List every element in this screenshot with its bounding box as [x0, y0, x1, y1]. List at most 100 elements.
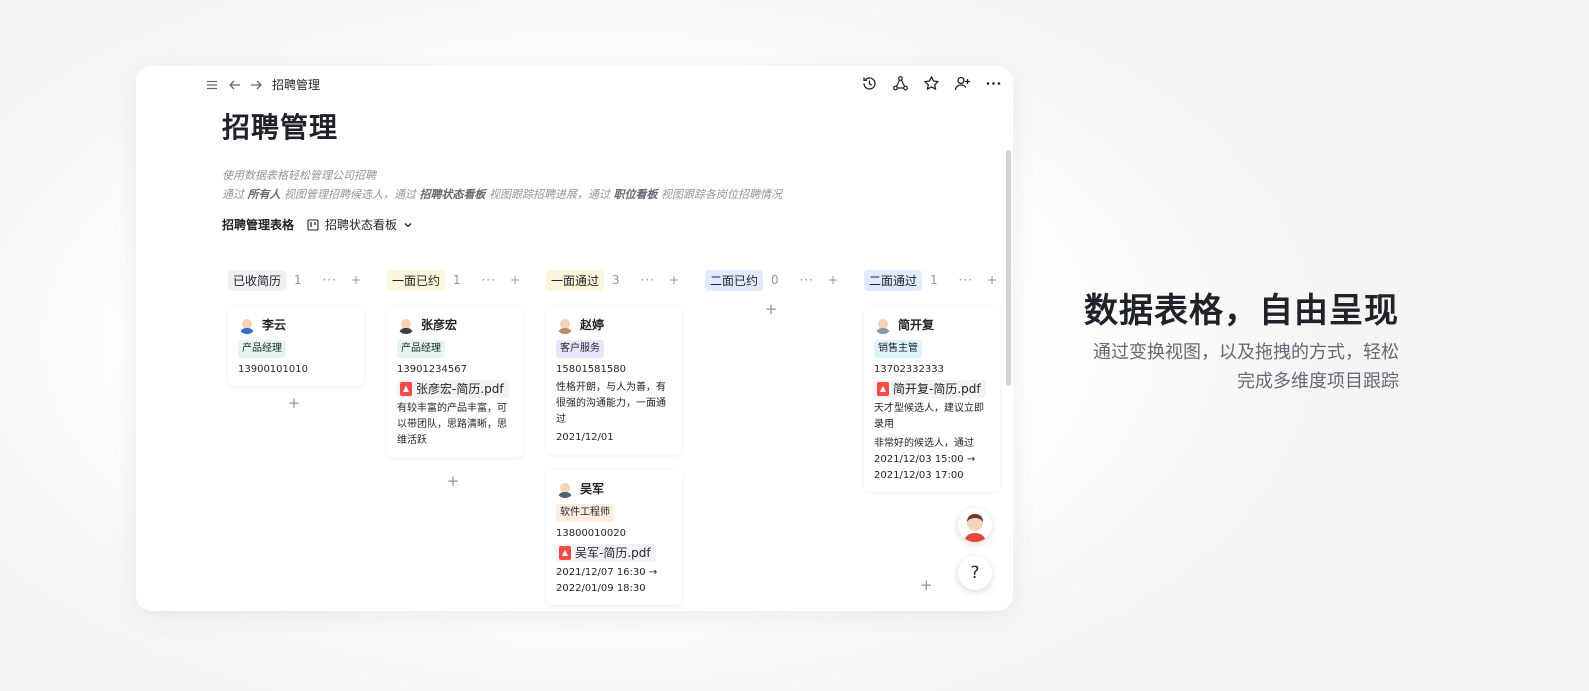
forward-arrow-icon[interactable] [248, 77, 264, 93]
column-first-interview-passed: 一面通过 3 ··· + 赵婷 客户服务 15801581580 性格开朗，与人为… [542, 266, 682, 605]
attachment-name: 张彦宏-简历.pdf [416, 382, 504, 396]
column-second-interview-passed: 二面通过 1 ··· + 简开复 销售主管 13702332333 ▲ 简开复-简历… [860, 266, 1000, 594]
candidate-name: 李云 [262, 318, 287, 332]
column-add-icon[interactable]: + [987, 273, 998, 287]
star-icon[interactable] [922, 74, 941, 93]
add-card-button[interactable]: + [224, 394, 364, 412]
column-title[interactable]: 已收简历 [228, 269, 287, 291]
phone: 15801581580 [556, 364, 626, 375]
attachment-name: 吴军-简历.pdf [575, 546, 651, 560]
column-add-icon[interactable]: + [510, 273, 521, 287]
column-count: 1 [453, 273, 461, 287]
column-more-icon[interactable]: ··· [481, 273, 495, 287]
candidate-card[interactable]: 简开复 销售主管 13702332333 ▲ 简开复-简历.pdf 天才型候选人，… [864, 306, 1000, 492]
column-count: 0 [771, 273, 779, 287]
breadcrumb[interactable]: 招聘管理 [272, 76, 320, 93]
assistant-avatar-icon [964, 514, 986, 542]
candidate-card[interactable]: 李云 产品经理 13900101010 [228, 306, 364, 386]
view-tab-table[interactable]: 招聘管理表格 [222, 216, 294, 233]
position-tag: 销售主管 [874, 340, 922, 358]
column-more-icon[interactable]: ··· [640, 273, 654, 287]
add-user-icon[interactable] [953, 74, 972, 93]
date: 2021/12/03 15:00 → 2021/12/03 17:00 [874, 454, 976, 481]
column-header: 一面通过 3 ··· + [542, 266, 682, 294]
description-line-1: 使用数据表格轻松管理公司招聘 [222, 169, 376, 182]
column-add-icon[interactable]: + [828, 273, 839, 287]
description-line-2: 通过 所有人 视图管理招聘候选人，通过 招聘状态看板 视图跟踪招聘进展，通过 职… [222, 188, 782, 201]
column-header: 已收简历 1 ··· + [224, 266, 364, 294]
avatar [397, 316, 415, 334]
toolbar-actions [860, 74, 1003, 93]
kanban-icon [307, 218, 319, 231]
column-title[interactable]: 二面已约 [705, 269, 764, 291]
position-tag: 客户服务 [556, 340, 604, 358]
candidate-name: 赵婷 [580, 318, 605, 332]
column-second-interview-scheduled: 二面已约 0 ··· + + [701, 266, 841, 318]
page-title: 招聘管理 [222, 111, 339, 144]
add-card-button[interactable]: + [383, 472, 523, 490]
nav-group: 招聘管理 [204, 76, 320, 93]
pdf-icon: ▲ [559, 546, 571, 560]
date: 2021/12/07 16:30 → 2022/01/09 18:30 [556, 567, 658, 594]
candidate-card[interactable]: 吴军 软件工程师 13800010020 ▲ 吴军-简历.pdf 2021/12/… [546, 470, 682, 605]
column-more-icon[interactable]: ··· [799, 273, 813, 287]
column-title[interactable]: 一面已约 [387, 269, 446, 291]
assistant-avatar-button[interactable] [958, 508, 992, 542]
note: 天才型候选人，建议立即录用 [874, 403, 984, 430]
candidate-name: 张彦宏 [421, 318, 458, 332]
column-more-icon[interactable]: ··· [958, 273, 972, 287]
column-count: 1 [294, 273, 302, 287]
chevron-down-icon [404, 222, 412, 227]
kanban-board: 已收简历 1 ··· + 李云 产品经理 13900101010 + 一面已约 1… [224, 266, 1013, 611]
resume-attachment[interactable]: ▲ 吴军-简历.pdf [556, 544, 656, 562]
column-received: 已收简历 1 ··· + 李云 产品经理 13900101010 + [224, 266, 364, 412]
view-switcher: 招聘管理表格 招聘状态看板 [222, 216, 413, 233]
position-tag: 软件工程师 [556, 504, 614, 522]
date: 2021/12/01 [556, 432, 614, 443]
subline-line-1: 通过变换视图，以及拖拽的方式，轻松 [1093, 342, 1399, 363]
position-tag: 产品经理 [238, 340, 286, 358]
column-count: 3 [612, 273, 620, 287]
avatar [238, 316, 256, 334]
view-tab-board[interactable]: 招聘状态看板 [307, 216, 413, 233]
position-tag: 产品经理 [397, 340, 445, 358]
phone: 13901234567 [397, 364, 467, 375]
column-first-interview-scheduled: 一面已约 1 ··· + 张彦宏 产品经理 13901234567 ▲ 张彦宏-简历… [383, 266, 523, 490]
avatar [874, 316, 892, 334]
pdf-icon: ▲ [400, 382, 412, 396]
add-card-button[interactable]: + [701, 300, 841, 318]
share-network-icon[interactable] [891, 74, 910, 93]
phone: 13702332333 [874, 364, 944, 375]
column-header: 二面已约 0 ··· + [701, 266, 841, 294]
note: 有较丰富的产品丰富，可以带团队，思路清晰，思维活跃 [397, 403, 507, 446]
avatar [556, 316, 574, 334]
candidate-name: 吴军 [580, 482, 605, 496]
column-title[interactable]: 一面通过 [546, 269, 605, 291]
subline-line-2: 完成多维度项目跟踪 [1237, 371, 1399, 392]
candidate-card[interactable]: 赵婷 客户服务 15801581580 性格开朗，与人为善，有很强的沟通能力，一… [546, 306, 682, 454]
note: 非常好的候选人，通过 [874, 438, 974, 449]
history-icon[interactable] [860, 74, 879, 93]
resume-attachment[interactable]: ▲ 简开复-简历.pdf [874, 380, 986, 398]
column-add-icon[interactable]: + [351, 273, 362, 287]
resume-attachment[interactable]: ▲ 张彦宏-简历.pdf [397, 380, 509, 398]
marketing-headline: 数据表格，自由呈现 [1084, 291, 1399, 331]
column-add-icon[interactable]: + [669, 273, 680, 287]
column-more-icon[interactable]: ··· [322, 273, 336, 287]
menu-icon[interactable] [204, 77, 220, 93]
app-window: 招聘管理 招聘管理 使用数据表格轻松管理公司招聘 通过 所有人 视图管理招聘候选… [136, 66, 1013, 611]
back-arrow-icon[interactable] [226, 77, 242, 93]
marketing-subline: 通过变换视图，以及拖拽的方式，轻松 完成多维度项目跟踪 [1039, 338, 1399, 396]
attachment-name: 简开复-简历.pdf [893, 382, 981, 396]
candidate-name: 简开复 [898, 318, 935, 332]
column-count: 1 [930, 273, 938, 287]
pdf-icon: ▲ [877, 382, 889, 396]
top-toolbar: 招聘管理 [136, 66, 1013, 102]
note: 性格开朗，与人为善，有很强的沟通能力，一面通过 [556, 382, 666, 425]
column-title[interactable]: 二面通过 [864, 269, 923, 291]
page-description: 使用数据表格轻松管理公司招聘 通过 所有人 视图管理招聘候选人，通过 招聘状态看… [222, 166, 782, 204]
candidate-card[interactable]: 张彦宏 产品经理 13901234567 ▲ 张彦宏-简历.pdf 有较丰富的产品… [387, 306, 523, 457]
help-button[interactable]: ? [958, 556, 992, 590]
phone: 13800010020 [556, 528, 626, 539]
more-icon[interactable] [984, 74, 1003, 93]
